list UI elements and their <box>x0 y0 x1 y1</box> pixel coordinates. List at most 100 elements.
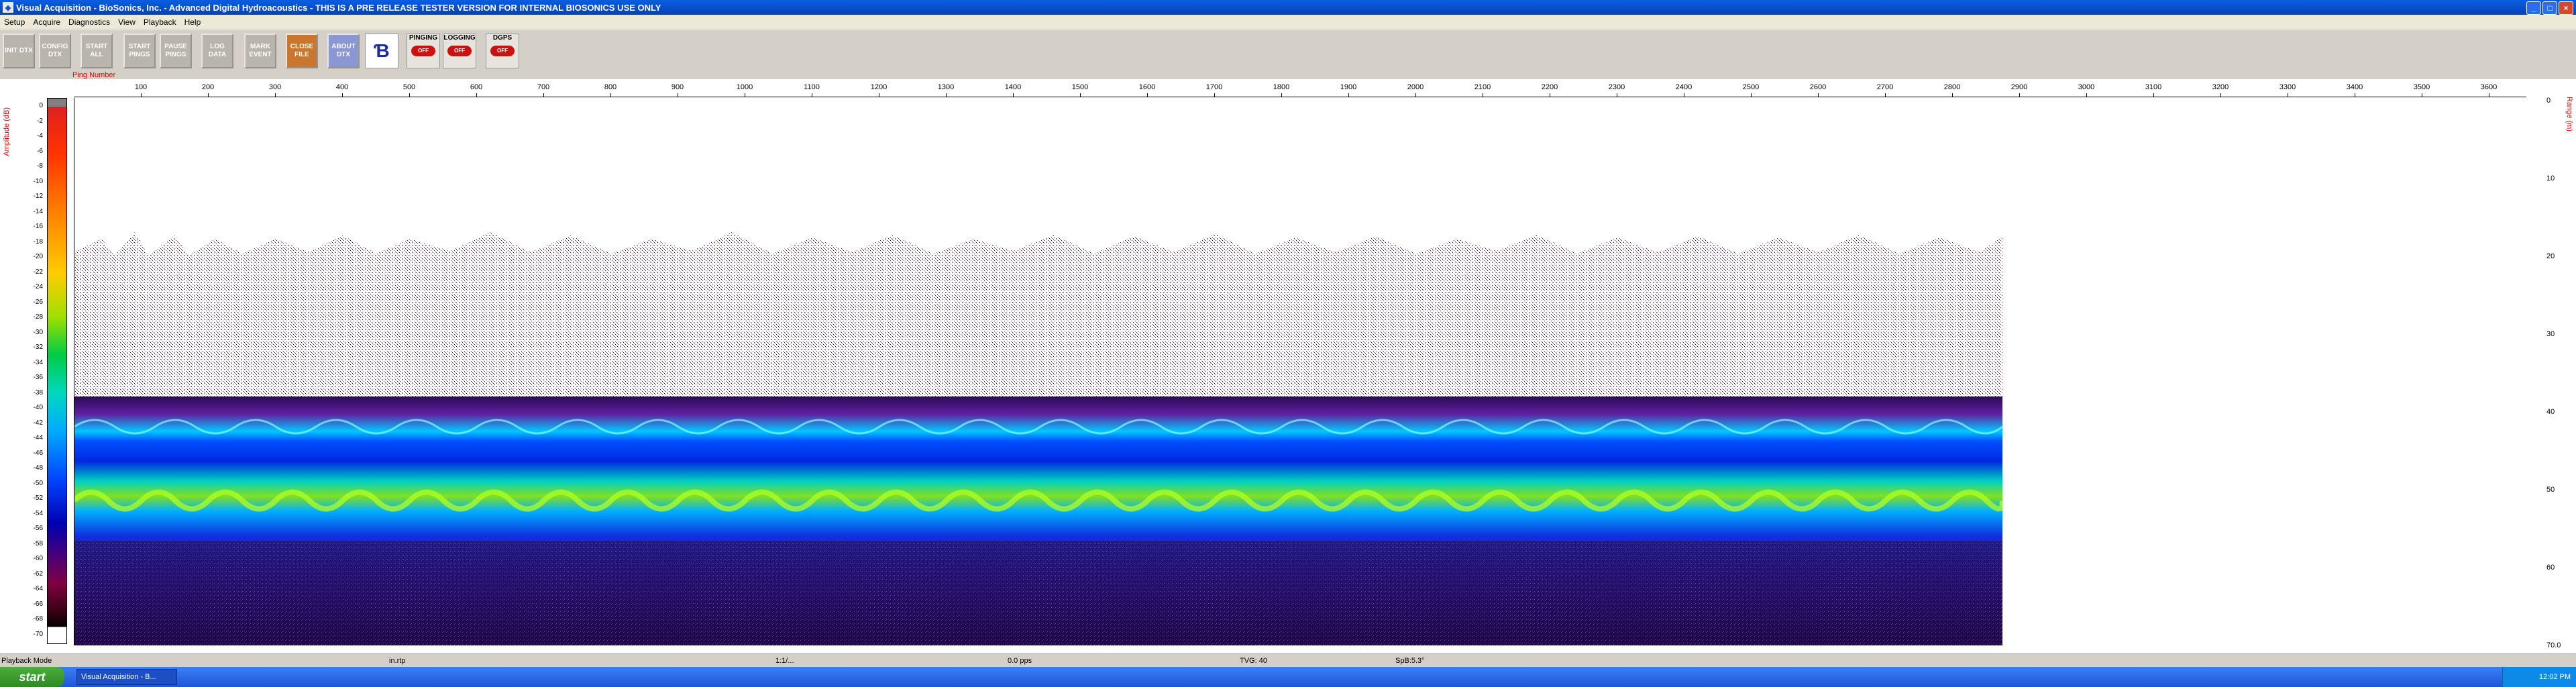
ping-tick-mark <box>342 93 343 97</box>
start-all-button[interactable]: START ALL <box>80 34 113 68</box>
colorbar-tick-label: -48 <box>33 464 43 472</box>
colorbar-tick-label: -16 <box>33 223 43 231</box>
status-file: in.rtp <box>389 657 406 665</box>
ping-tick-label: 2000 <box>1407 83 1424 91</box>
colorbar-tick-label: -40 <box>33 404 43 412</box>
range-axis-title: Range (m) <box>2565 97 2573 131</box>
ping-tick-label: 3600 <box>2480 83 2498 91</box>
init-dtx-button[interactable]: INIT DTX <box>3 34 35 68</box>
ping-tick-mark <box>409 93 410 97</box>
start-button[interactable]: start <box>0 667 64 687</box>
colorbar-tick-label: -60 <box>33 555 43 563</box>
title-bar: ◆ Visual Acquisition - BioSonics, Inc. -… <box>0 0 2576 15</box>
logging-label: LOGGING <box>443 34 476 42</box>
ping-tick-label: 900 <box>671 83 684 91</box>
colorbar-tick-label: -36 <box>33 374 43 382</box>
colorbar-tick-label: -8 <box>37 162 43 170</box>
ping-tick-label: 3100 <box>2145 83 2162 91</box>
window-controls: _ □ × <box>2526 1 2573 15</box>
colorbar-tick-label: -58 <box>33 539 43 547</box>
ping-tick-label: 3200 <box>2212 83 2229 91</box>
ping-tick-label: 400 <box>335 83 349 91</box>
colorbar-tick-label: -18 <box>33 237 43 246</box>
ping-tick-label: 2100 <box>1474 83 1491 91</box>
range-tick-label: 0 <box>2546 97 2551 105</box>
window-title: Visual Acquisition - BioSonics, Inc. - A… <box>16 2 661 13</box>
ping-tick-label: 1500 <box>1071 83 1089 91</box>
menu-setup[interactable]: Setup <box>0 17 29 27</box>
colorbar-tick-label: -26 <box>33 298 43 306</box>
about-dtx-button[interactable]: ABOUT DTX <box>327 34 360 68</box>
ping-tick-label: 2700 <box>1876 83 1894 91</box>
ping-tick-label: 1400 <box>1004 83 1022 91</box>
ping-tick-label: 800 <box>604 83 617 91</box>
colorbar-tick-label: -44 <box>33 434 43 442</box>
taskbar-item-visual-acquisition[interactable]: Visual Acquisition - B... <box>76 669 177 685</box>
config-dtx-button[interactable]: CONFIG DTX <box>39 34 71 68</box>
colorbar-tick-label: -66 <box>33 600 43 608</box>
ping-tick-mark <box>1080 93 1081 97</box>
ping-tick-label: 1100 <box>804 83 820 91</box>
colorbar-tick-label: -50 <box>33 479 43 487</box>
amplitude-axis-title: Amplitude (dB) <box>3 107 11 156</box>
ping-tick-label: 2200 <box>1541 83 1558 91</box>
colorbar-tick-label: -10 <box>33 177 43 185</box>
colorbar-tick-label: -6 <box>37 147 43 155</box>
menu-diagnostics[interactable]: Diagnostics <box>64 17 114 27</box>
ping-tick-label: 500 <box>402 83 416 91</box>
ping-tick-mark <box>1013 93 1014 97</box>
dgps-label: DGPS <box>492 34 513 42</box>
range-tick-label: 70.0 <box>2546 641 2561 649</box>
maximize-button[interactable]: □ <box>2542 1 2557 15</box>
mark-event-button[interactable]: MARK EVENT <box>244 34 276 68</box>
ping-tick-mark <box>2019 93 2020 97</box>
menu-bar: Setup Acquire Diagnostics View Playback … <box>0 15 2576 30</box>
pinging-label: PINGING <box>409 34 438 42</box>
log-data-button[interactable]: LOG DATA <box>201 34 233 68</box>
ping-tick-label: 1800 <box>1273 83 1290 91</box>
status-sp: SpB:5.3° <box>1395 657 1425 665</box>
status-tvg: TVG: 40 <box>1240 657 1267 665</box>
colorbar-tick-label: -28 <box>33 313 43 321</box>
ping-tick-mark <box>208 93 209 97</box>
start-pings-button[interactable]: START PINGS <box>123 34 156 68</box>
menu-view[interactable]: View <box>114 17 140 27</box>
ping-tick-label: 300 <box>268 83 282 91</box>
colorbar-tick-label: -68 <box>33 615 43 623</box>
range-tick-label: 10 <box>2546 174 2555 182</box>
logging-led-icon: OFF <box>447 46 472 56</box>
ping-tick-label: 1600 <box>1138 83 1156 91</box>
colorbar-tick-label: -14 <box>33 207 43 215</box>
system-tray: 12:02 PM <box>2502 667 2576 687</box>
ping-tick-label: 1900 <box>1340 83 1357 91</box>
ping-tick-label: 200 <box>201 83 215 91</box>
menu-acquire[interactable]: Acquire <box>29 17 64 27</box>
colorbar-tick-label: -2 <box>37 117 43 125</box>
menu-help[interactable]: Help <box>180 17 205 27</box>
colorbar-tick-label: -52 <box>33 494 43 503</box>
app-icon: ◆ <box>3 2 13 13</box>
ping-tick-label: 3500 <box>2413 83 2430 91</box>
status-rate: 0.0 pps <box>1008 657 1032 665</box>
echogram-image[interactable] <box>74 98 2002 645</box>
ping-tick-mark <box>141 93 142 97</box>
ping-tick-mark <box>2086 93 2087 97</box>
close-button[interactable]: × <box>2559 1 2573 15</box>
ping-tick-mark <box>1952 93 1953 97</box>
close-file-button[interactable]: CLOSE FILE <box>286 34 318 68</box>
taskbar: start Visual Acquisition - B... 12:02 PM <box>0 667 2576 687</box>
status-ping: 1:1/... <box>775 657 794 665</box>
colorbar-tick-label: -38 <box>33 388 43 397</box>
ping-tick-mark <box>2220 93 2221 97</box>
colorbar-tick-label: -12 <box>33 193 43 201</box>
minimize-button[interactable]: _ <box>2526 1 2541 15</box>
biosonics-logo: Ɓ <box>365 34 398 68</box>
status-bar: Playback Mode in.rtp 1:1/... 0.0 pps TVG… <box>0 653 2576 668</box>
ping-tick-label: 2500 <box>1742 83 1760 91</box>
ping-tick-label: 1300 <box>937 83 955 91</box>
menu-playback[interactable]: Playback <box>140 17 180 27</box>
colorbar-tick-label: -64 <box>33 585 43 593</box>
pause-pings-button[interactable]: PAUSE PINGS <box>160 34 192 68</box>
ping-tick-mark <box>1818 93 1819 97</box>
ping-tick-label: 2800 <box>1943 83 1961 91</box>
